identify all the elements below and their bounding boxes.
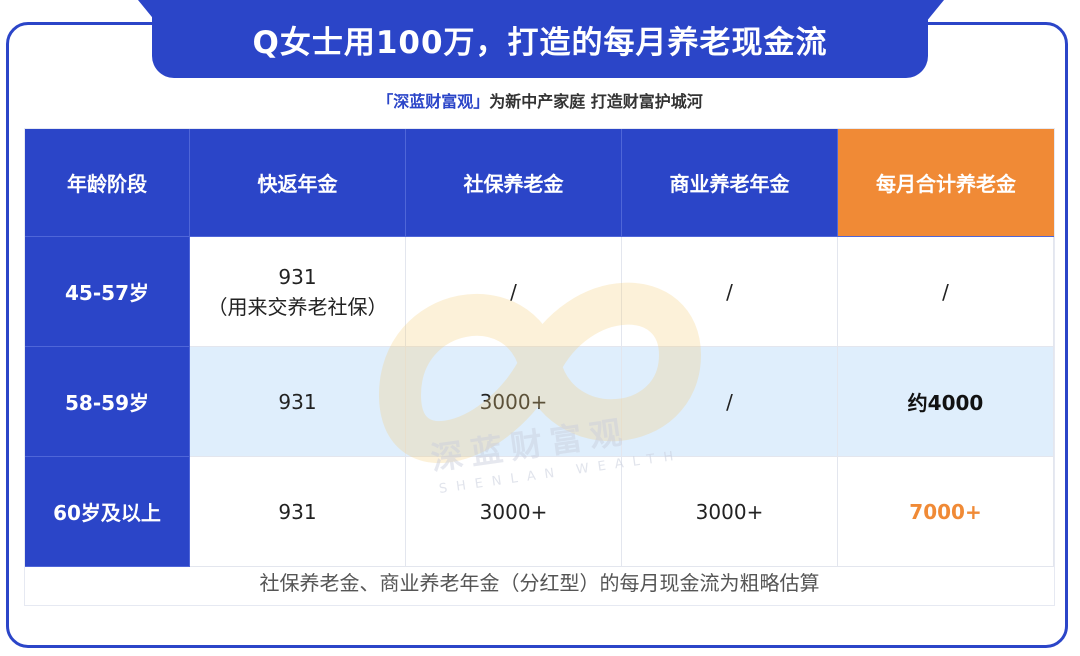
- page-title: Q女士用100万，打造的每月养老现金流: [152, 0, 928, 78]
- cell-commercial-annuity: /: [622, 347, 838, 457]
- subtitle-brand: 「深蓝财富观」: [377, 92, 490, 111]
- row-stage-58-59: 58-59岁: [25, 347, 190, 457]
- title-tab-ear-right: [926, 0, 944, 22]
- subtitle-text: 为新中产家庭 打造财富护城河: [489, 92, 703, 111]
- cell-fast-annuity: 931 （用来交养老社保）: [190, 237, 406, 347]
- header-age-stage: 年龄阶段: [25, 129, 190, 237]
- row-stage-60-plus: 60岁及以上: [25, 457, 190, 567]
- header-fast-annuity: 快返年金: [190, 129, 406, 237]
- pension-grid: 年龄阶段 快返年金 社保养老金 商业养老年金 每月合计养老金 45-57岁 93…: [25, 129, 1054, 567]
- cell-fast-annuity-value: 931: [278, 264, 317, 289]
- cell-fast-annuity: 931: [190, 457, 406, 567]
- cell-fast-annuity: 931: [190, 347, 406, 457]
- header-monthly-total: 每月合计养老金: [838, 129, 1054, 237]
- cell-monthly-total: 约4000: [838, 347, 1054, 457]
- cell-monthly-total: 7000+: [838, 457, 1054, 567]
- cell-commercial-annuity: 3000+: [622, 457, 838, 567]
- cell-commercial-annuity: /: [622, 237, 838, 347]
- header-commercial-annuity: 商业养老年金: [622, 129, 838, 237]
- subtitle: 「深蓝财富观」为新中产家庭 打造财富护城河: [0, 88, 1080, 112]
- cell-monthly-total: /: [838, 237, 1054, 347]
- footnote: 社保养老金、商业养老年金（分红型）的每月现金流为粗略估算: [259, 571, 820, 595]
- pension-table: 年龄阶段 快返年金 社保养老金 商业养老年金 每月合计养老金 45-57岁 93…: [24, 128, 1055, 606]
- row-stage-45-57: 45-57岁: [25, 237, 190, 347]
- cell-fast-annuity-note: （用来交养老社保）: [207, 294, 388, 319]
- header-social-pension: 社保养老金: [406, 129, 622, 237]
- cell-social-pension: /: [406, 237, 622, 347]
